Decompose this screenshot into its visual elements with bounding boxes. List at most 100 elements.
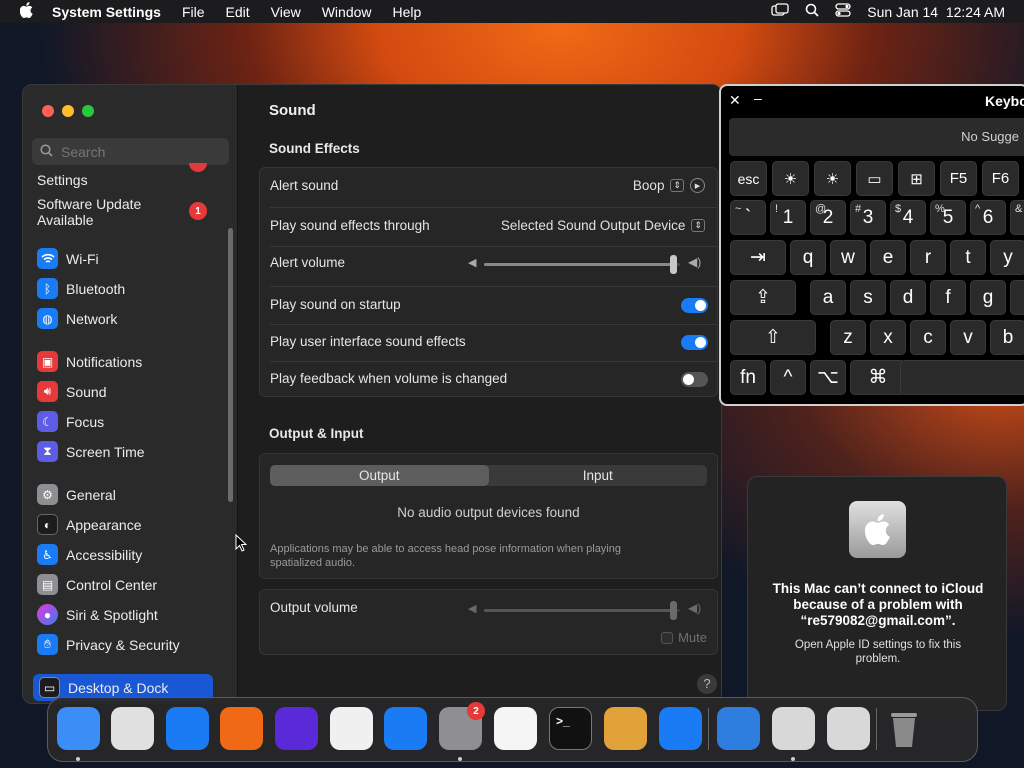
key-v[interactable]: v (950, 320, 986, 355)
sidebar-item-accessibility[interactable]: ♿︎ Accessibility (37, 544, 142, 565)
key-b[interactable]: b (990, 320, 1024, 355)
startup-sound-toggle[interactable] (681, 298, 708, 313)
dock-migration-assistant-icon[interactable] (772, 707, 815, 750)
dock-launchpad-icon[interactable] (111, 707, 154, 750)
key-number-0[interactable]: ~ ` (730, 200, 766, 235)
key-z[interactable]: z (830, 320, 866, 355)
key-d[interactable]: d (890, 280, 926, 315)
menu-file[interactable]: File (182, 4, 205, 20)
dock-finder-icon[interactable] (57, 707, 100, 750)
dock-chrome-icon[interactable] (330, 707, 373, 750)
tab-input[interactable]: Input (489, 465, 708, 486)
key-top-2[interactable]: ☀ (814, 161, 851, 196)
key-top-3[interactable]: ▭ (856, 161, 893, 196)
sidebar-item-screen-time[interactable]: ⧗ Screen Time (37, 441, 145, 462)
key-top-0[interactable]: esc (730, 161, 767, 196)
key-shift[interactable]: ⇧ (730, 320, 816, 355)
key-number-2[interactable]: @2 (810, 200, 846, 235)
dock-app-store-icon[interactable] (384, 707, 427, 750)
sidebar-item-wifi[interactable]: Wi-Fi (37, 248, 99, 269)
close-window-button[interactable] (42, 105, 54, 117)
key-mod-1[interactable]: ^ (770, 360, 806, 395)
menu-help[interactable]: Help (393, 4, 422, 20)
ui-sounds-toggle[interactable] (681, 335, 708, 350)
menu-clock[interactable]: Sun Jan 14 12:24 AM (867, 4, 1005, 20)
key-y[interactable]: y (990, 240, 1024, 275)
key-number-7[interactable]: & (1010, 200, 1024, 235)
screen-mirroring-icon[interactable] (771, 3, 789, 20)
key-space[interactable] (900, 360, 1024, 395)
menu-view[interactable]: View (271, 4, 301, 20)
key-number-3[interactable]: #3 (850, 200, 886, 235)
mute-checkbox[interactable]: Mute (661, 630, 707, 645)
key-mod-3[interactable]: ⌘ (850, 360, 906, 395)
sidebar-item-control-center[interactable]: ▤ Control Center (37, 574, 157, 595)
key-number-1[interactable]: ! 1 (770, 200, 806, 235)
spotlight-search-icon[interactable] (805, 3, 819, 20)
sidebar-item-siri-spotlight[interactable]: ● Siri & Spotlight (37, 604, 158, 625)
control-center-icon[interactable] (835, 3, 851, 20)
key-mod-2[interactable]: ⌥ (810, 360, 846, 395)
slider-knob[interactable] (670, 255, 678, 274)
tab-output[interactable]: Output (270, 465, 489, 486)
output-device-popup[interactable]: Selected Sound Output Device ⇕ (501, 218, 705, 233)
help-button[interactable]: ? (697, 674, 717, 694)
sidebar-item-sound[interactable]: 🔊︎ Sound (37, 381, 106, 402)
sidebar-item-settings[interactable]: Settings (37, 172, 88, 188)
dock-terminal-icon[interactable]: >_ (549, 707, 592, 750)
menu-edit[interactable]: Edit (226, 4, 250, 20)
dock-weather-icon[interactable] (717, 707, 760, 750)
alert-sound-popup[interactable]: Boop ⇕ ▶ (633, 178, 705, 193)
menu-app-name[interactable]: System Settings (52, 4, 161, 20)
key-top-5[interactable]: F5 (940, 161, 977, 196)
key-f[interactable]: f (930, 280, 966, 315)
alert-volume-slider[interactable] (484, 255, 680, 274)
dock-fenix-icon[interactable] (275, 707, 318, 750)
menu-window[interactable]: Window (322, 4, 372, 20)
sidebar-item-focus[interactable]: ☾ Focus (37, 411, 104, 432)
minimize-icon[interactable]: – (754, 90, 762, 106)
key-number-4[interactable]: $4 (890, 200, 926, 235)
dock-safari-icon[interactable] (166, 707, 209, 750)
key-top-6[interactable]: F6 (982, 161, 1019, 196)
sidebar-item-bluetooth[interactable]: ᛒ Bluetooth (37, 278, 125, 299)
output-input-segmented-control[interactable]: Output Input (270, 465, 707, 486)
key-caps-lock[interactable]: ⇪ (730, 280, 796, 315)
slider-knob[interactable] (670, 601, 678, 620)
dock-trash-icon[interactable] (882, 707, 925, 750)
key-number-6[interactable]: ^ 6 (970, 200, 1006, 235)
key-c[interactable]: c (910, 320, 946, 355)
play-preview-icon[interactable]: ▶ (690, 178, 705, 193)
volume-feedback-toggle[interactable] (681, 372, 708, 387)
key-top-4[interactable]: ⊞ (898, 161, 935, 196)
key-e[interactable]: e (870, 240, 906, 275)
key-g[interactable]: g (970, 280, 1006, 315)
key-q[interactable]: q (790, 240, 826, 275)
key-h[interactable]: h (1010, 280, 1024, 315)
dock-garageband-icon[interactable] (604, 707, 647, 750)
key-r[interactable]: r (910, 240, 946, 275)
key-x[interactable]: x (870, 320, 906, 355)
key-number-5[interactable]: % 5 (930, 200, 966, 235)
key-w[interactable]: w (830, 240, 866, 275)
key-tab[interactable]: ⇥ (730, 240, 786, 275)
key-s[interactable]: s (850, 280, 886, 315)
sidebar-scrollbar[interactable] (228, 228, 233, 502)
key-mod-0[interactable]: fn (730, 360, 766, 395)
sidebar-item-software-update[interactable]: Software Update Available (37, 196, 141, 228)
search-field[interactable] (32, 138, 229, 165)
dock-firefox-icon[interactable] (220, 707, 263, 750)
close-icon[interactable]: ✕ (729, 92, 741, 109)
key-t[interactable]: t (950, 240, 986, 275)
sidebar-item-network[interactable]: ◍ Network (37, 308, 117, 329)
output-volume-slider[interactable] (484, 601, 680, 620)
apple-menu-icon[interactable] (19, 1, 33, 22)
key-a[interactable]: a (810, 280, 846, 315)
sidebar-item-privacy-security[interactable]: ✋︎ Privacy & Security (37, 634, 180, 655)
zoom-window-button[interactable] (82, 105, 94, 117)
dock-vs-code-icon[interactable] (659, 707, 702, 750)
sidebar-item-notifications[interactable]: ▣ Notifications (37, 351, 142, 372)
dock-textedit-icon[interactable] (494, 707, 537, 750)
key-top-1[interactable]: ☀ (772, 161, 809, 196)
sidebar-item-general[interactable]: ⚙ General (37, 484, 116, 505)
